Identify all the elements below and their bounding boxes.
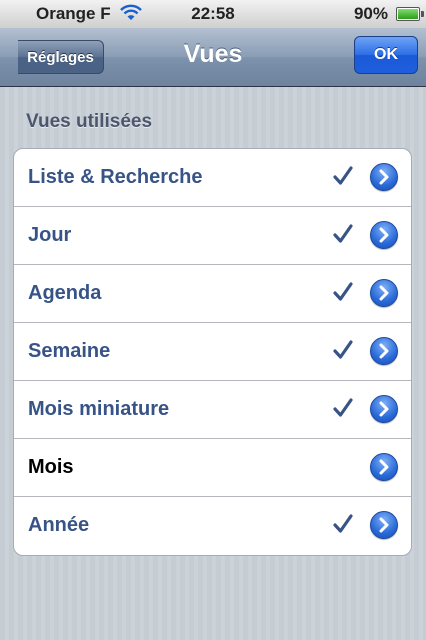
ok-button[interactable]: OK [354,36,418,74]
list-item-label: Mois miniature [28,398,170,420]
list-item[interactable]: Semaine [14,323,411,381]
list-item-label: Année [28,514,90,536]
disclosure-icon[interactable] [370,511,398,539]
list-item-label: Semaine [28,340,111,362]
disclosure-icon[interactable] [370,279,398,307]
list-item[interactable]: Agenda [14,265,411,323]
list-item[interactable]: Mois miniature [14,381,411,439]
disclosure-icon[interactable] [370,453,398,481]
disclosure-icon[interactable] [370,221,398,249]
list-item-label: Liste & Recherche [28,166,203,188]
checkmark-icon [332,397,354,424]
status-bar: Orange F 22:58 90% [0,0,426,31]
list-item-label: Jour [28,224,72,246]
disclosure-icon[interactable] [370,395,398,423]
section-header: Vues utilisées [26,111,153,132]
list-item[interactable]: Liste & Recherche [14,149,411,207]
checkmark-icon [332,339,354,366]
list-item[interactable]: Mois [14,439,411,497]
navigation-bar: Réglages Vues OK [0,28,426,87]
list-item-label: Agenda [28,282,102,304]
battery-fill [398,9,418,19]
views-list: Liste & Recherche Jour Agenda Semaine Mois m… [13,148,412,556]
checkmark-icon [332,223,354,250]
list-item[interactable]: Jour [14,207,411,265]
disclosure-icon[interactable] [370,337,398,365]
list-item-label: Mois [28,456,74,478]
checkmark-icon [332,513,354,540]
list-item[interactable]: Année [14,497,411,555]
checkmark-icon [332,165,354,192]
checkmark-icon [332,281,354,308]
battery-icon [396,7,424,21]
disclosure-icon[interactable] [370,163,398,191]
battery-percent: 90% [353,4,388,23]
